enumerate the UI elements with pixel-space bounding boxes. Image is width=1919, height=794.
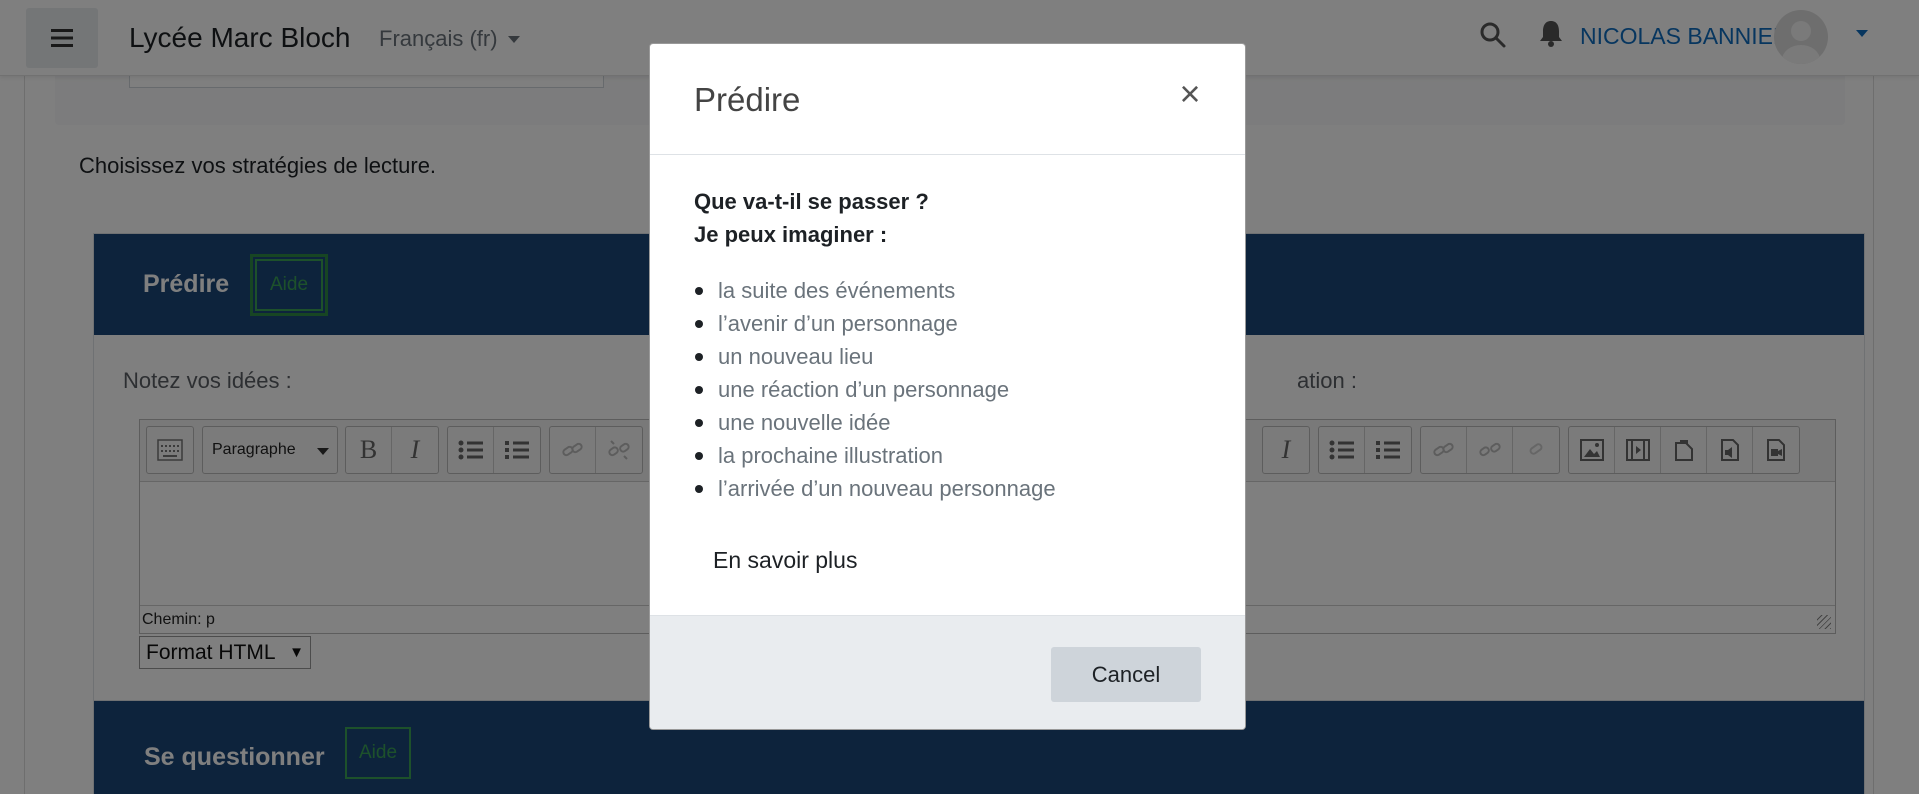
question-text: Que va-t-il se passer ? [694,189,929,214]
modal-title: Prédire [694,81,801,118]
list-item: une réaction d’un personnage [694,373,1214,406]
list-item: une nouvelle idée [694,406,1214,439]
list-item: l’avenir d’un personnage [694,307,1214,340]
learn-more-link[interactable]: En savoir plus [713,547,857,574]
modal-body: Que va-t-il se passer ? Je peux imaginer… [694,185,1214,505]
list-item: un nouveau lieu [694,340,1214,373]
modal-header: Prédire × [650,44,1245,155]
list-item: la prochaine illustration [694,439,1214,472]
list-item: l’arrivée d’un nouveau personnage [694,472,1214,505]
modal-footer: Cancel [650,615,1245,729]
list-item: la suite des événements [694,274,1214,307]
cancel-button[interactable]: Cancel [1051,647,1201,702]
help-modal: Prédire × Que va-t-il se passer ? Je peu… [649,43,1246,730]
prompt-text: Je peux imaginer : [694,222,888,247]
close-icon[interactable]: × [1172,76,1208,112]
idea-list: la suite des événements l’avenir d’un pe… [694,274,1214,505]
